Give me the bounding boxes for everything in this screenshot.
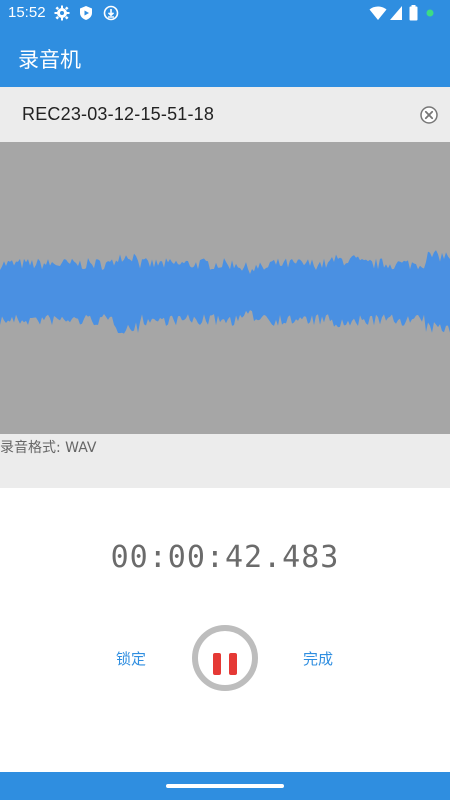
format-row: 录音格式: WAV — [0, 434, 450, 488]
cell-signal-icon — [390, 6, 402, 20]
waveform-panel — [0, 142, 450, 434]
recording-format-label: 录音格式: WAV — [0, 440, 97, 456]
filename-row[interactable]: REC23-03-12-15-51-18 — [0, 87, 450, 142]
recording-timer: 00:00:42.483 — [110, 540, 340, 575]
app-bar: 录音机 — [0, 28, 450, 87]
download-icon — [103, 5, 119, 21]
pause-button[interactable] — [192, 625, 258, 691]
lock-button[interactable]: 锁定 — [116, 648, 146, 669]
clear-icon[interactable] — [420, 106, 438, 124]
status-bar: 15:52 — [0, 0, 450, 28]
notification-dot-icon — [426, 9, 434, 17]
shield-play-icon — [80, 6, 92, 20]
home-gesture-handle[interactable] — [166, 784, 284, 788]
pause-icon-bar-right — [229, 653, 237, 675]
recording-filename[interactable]: REC23-03-12-15-51-18 — [22, 104, 214, 125]
navigation-bar — [0, 772, 450, 800]
app-title: 录音机 — [18, 48, 81, 72]
waveform — [0, 250, 450, 334]
pause-icon-bar-left — [213, 653, 221, 675]
settings-icon — [54, 5, 70, 21]
battery-icon — [409, 5, 418, 21]
waveform-shape — [0, 250, 450, 334]
status-time: 15:52 — [8, 4, 46, 21]
wifi-icon — [369, 6, 387, 20]
done-button[interactable]: 完成 — [303, 648, 333, 669]
